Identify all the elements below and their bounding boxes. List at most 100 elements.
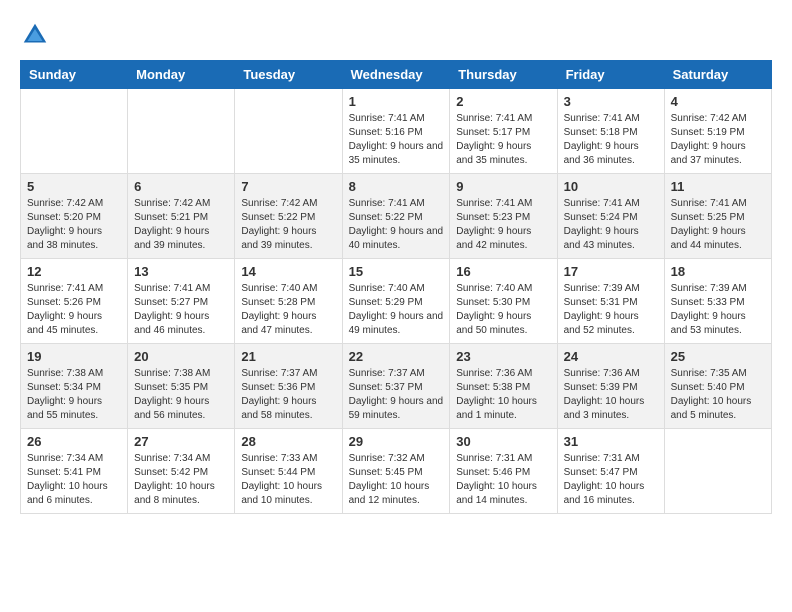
calendar-week-row: 26Sunrise: 7:34 AM Sunset: 5:41 PM Dayli… <box>21 429 772 514</box>
calendar-cell <box>664 429 771 514</box>
calendar-cell: 4 Sunrise: 7:42 AM Sunset: 5:19 PM Daylig… <box>664 89 771 174</box>
calendar-cell: 10Sunrise: 7:41 AM Sunset: 5:24 PM Dayli… <box>557 174 664 259</box>
calendar-cell: 12 Sunrise: 7:41 AM Sunset: 5:26 PM Dayli… <box>21 259 128 344</box>
day-number: 24 <box>564 349 658 364</box>
calendar-cell: 8 Sunrise: 7:41 AM Sunset: 5:22 PM Daylig… <box>342 174 450 259</box>
day-info: Sunrise: 7:33 AM Sunset: 5:44 PM Dayligh… <box>241 452 335 508</box>
day-info: Sunrise: 7:32 AM Sunset: 5:45 PM Dayligh… <box>349 452 444 508</box>
calendar-cell: 23 Sunrise: 7:36 AM Sunset: 5:38 PM Dayli… <box>450 344 557 429</box>
weekday-header-wednesday: Wednesday <box>342 61 450 89</box>
calendar-cell: 21 Sunrise: 7:37 AM Sunset: 5:36 PM Dayli… <box>235 344 342 429</box>
calendar-cell: 3Sunrise: 7:41 AM Sunset: 5:18 PM Daylig… <box>557 89 664 174</box>
calendar-cell: 25 Sunrise: 7:35 AM Sunset: 5:40 PM Dayli… <box>664 344 771 429</box>
weekday-header-sunday: Sunday <box>21 61 128 89</box>
day-info: Sunrise: 7:36 AM Sunset: 5:39 PM Dayligh… <box>564 367 658 423</box>
day-info: Sunrise: 7:31 AM Sunset: 5:46 PM Dayligh… <box>456 452 550 508</box>
day-number: 27 <box>134 434 228 449</box>
day-info: Sunrise: 7:41 AM Sunset: 5:22 PM Dayligh… <box>349 197 444 253</box>
calendar-table: SundayMondayTuesdayWednesdayThursdayFrid… <box>20 60 772 514</box>
weekday-header-row: SundayMondayTuesdayWednesdayThursdayFrid… <box>21 61 772 89</box>
day-number: 22 <box>349 349 444 364</box>
day-info: Sunrise: 7:39 AM Sunset: 5:31 PM Dayligh… <box>564 282 658 338</box>
calendar-cell: 20 Sunrise: 7:38 AM Sunset: 5:35 PM Dayli… <box>128 344 235 429</box>
day-number: 5 <box>27 179 121 194</box>
calendar-cell: 17 Sunrise: 7:39 AM Sunset: 5:31 PM Dayli… <box>557 259 664 344</box>
day-number: 19 <box>27 349 121 364</box>
day-number: 8 <box>349 179 444 194</box>
calendar-week-row: 5 Sunrise: 7:42 AM Sunset: 5:20 PM Daylig… <box>21 174 772 259</box>
calendar-cell: 13 Sunrise: 7:41 AM Sunset: 5:27 PM Dayli… <box>128 259 235 344</box>
day-info: Sunrise: 7:42 AM Sunset: 5:20 PM Dayligh… <box>27 197 121 253</box>
calendar-cell: 26Sunrise: 7:34 AM Sunset: 5:41 PM Dayli… <box>21 429 128 514</box>
logo <box>20 20 54 50</box>
day-number: 4 <box>671 94 765 109</box>
calendar-cell: 14 Sunrise: 7:40 AM Sunset: 5:28 PM Dayli… <box>235 259 342 344</box>
calendar-cell: 24 Sunrise: 7:36 AM Sunset: 5:39 PM Dayli… <box>557 344 664 429</box>
day-info: Sunrise: 7:39 AM Sunset: 5:33 PM Dayligh… <box>671 282 765 338</box>
day-info: Sunrise: 7:40 AM Sunset: 5:29 PM Dayligh… <box>349 282 444 338</box>
calendar-cell: 30 Sunrise: 7:31 AM Sunset: 5:46 PM Dayli… <box>450 429 557 514</box>
day-info: Sunrise: 7:41 AM Sunset: 5:23 PM Dayligh… <box>456 197 550 253</box>
calendar-cell: 31 Sunrise: 7:31 AM Sunset: 5:47 PM Dayli… <box>557 429 664 514</box>
weekday-header-tuesday: Tuesday <box>235 61 342 89</box>
calendar-cell: 7Sunrise: 7:42 AM Sunset: 5:22 PM Daylig… <box>235 174 342 259</box>
day-info: Sunrise: 7:38 AM Sunset: 5:34 PM Dayligh… <box>27 367 121 423</box>
day-info: Sunrise: 7:37 AM Sunset: 5:37 PM Dayligh… <box>349 367 444 423</box>
day-info: Sunrise: 7:38 AM Sunset: 5:35 PM Dayligh… <box>134 367 228 423</box>
day-info: Sunrise: 7:31 AM Sunset: 5:47 PM Dayligh… <box>564 452 658 508</box>
calendar-cell <box>21 89 128 174</box>
calendar-cell: 28 Sunrise: 7:33 AM Sunset: 5:44 PM Dayli… <box>235 429 342 514</box>
day-number: 30 <box>456 434 550 449</box>
day-info: Sunrise: 7:40 AM Sunset: 5:28 PM Dayligh… <box>241 282 335 338</box>
logo-icon <box>20 20 50 50</box>
calendar-cell: 18 Sunrise: 7:39 AM Sunset: 5:33 PM Dayli… <box>664 259 771 344</box>
day-number: 23 <box>456 349 550 364</box>
day-info: Sunrise: 7:41 AM Sunset: 5:16 PM Dayligh… <box>349 112 444 168</box>
day-number: 17 <box>564 264 658 279</box>
page-header <box>20 20 772 50</box>
day-number: 1 <box>349 94 444 109</box>
day-number: 29 <box>349 434 444 449</box>
day-info: Sunrise: 7:41 AM Sunset: 5:25 PM Dayligh… <box>671 197 765 253</box>
day-number: 9 <box>456 179 550 194</box>
calendar-cell: 9 Sunrise: 7:41 AM Sunset: 5:23 PM Daylig… <box>450 174 557 259</box>
day-number: 26 <box>27 434 121 449</box>
day-number: 28 <box>241 434 335 449</box>
day-number: 31 <box>564 434 658 449</box>
calendar-cell: 2 Sunrise: 7:41 AM Sunset: 5:17 PM Daylig… <box>450 89 557 174</box>
calendar-week-row: 1 Sunrise: 7:41 AM Sunset: 5:16 PM Daylig… <box>21 89 772 174</box>
calendar-cell: 15Sunrise: 7:40 AM Sunset: 5:29 PM Dayli… <box>342 259 450 344</box>
day-info: Sunrise: 7:37 AM Sunset: 5:36 PM Dayligh… <box>241 367 335 423</box>
day-number: 21 <box>241 349 335 364</box>
day-info: Sunrise: 7:35 AM Sunset: 5:40 PM Dayligh… <box>671 367 765 423</box>
weekday-header-thursday: Thursday <box>450 61 557 89</box>
day-info: Sunrise: 7:41 AM Sunset: 5:26 PM Dayligh… <box>27 282 121 338</box>
day-info: Sunrise: 7:41 AM Sunset: 5:27 PM Dayligh… <box>134 282 228 338</box>
day-number: 11 <box>671 179 765 194</box>
calendar-cell <box>128 89 235 174</box>
calendar-cell: 5 Sunrise: 7:42 AM Sunset: 5:20 PM Daylig… <box>21 174 128 259</box>
weekday-header-friday: Friday <box>557 61 664 89</box>
calendar-cell: 6Sunrise: 7:42 AM Sunset: 5:21 PM Daylig… <box>128 174 235 259</box>
day-info: Sunrise: 7:42 AM Sunset: 5:19 PM Dayligh… <box>671 112 765 168</box>
day-number: 20 <box>134 349 228 364</box>
day-number: 13 <box>134 264 228 279</box>
calendar-cell: 1 Sunrise: 7:41 AM Sunset: 5:16 PM Daylig… <box>342 89 450 174</box>
day-info: Sunrise: 7:40 AM Sunset: 5:30 PM Dayligh… <box>456 282 550 338</box>
weekday-header-monday: Monday <box>128 61 235 89</box>
day-number: 12 <box>27 264 121 279</box>
calendar-cell <box>235 89 342 174</box>
calendar-body: 1 Sunrise: 7:41 AM Sunset: 5:16 PM Daylig… <box>21 89 772 514</box>
day-number: 14 <box>241 264 335 279</box>
calendar-cell: 16 Sunrise: 7:40 AM Sunset: 5:30 PM Dayli… <box>450 259 557 344</box>
calendar-week-row: 12 Sunrise: 7:41 AM Sunset: 5:26 PM Dayli… <box>21 259 772 344</box>
day-info: Sunrise: 7:41 AM Sunset: 5:17 PM Dayligh… <box>456 112 550 168</box>
day-number: 16 <box>456 264 550 279</box>
calendar-cell: 27 Sunrise: 7:34 AM Sunset: 5:42 PM Dayli… <box>128 429 235 514</box>
day-info: Sunrise: 7:34 AM Sunset: 5:42 PM Dayligh… <box>134 452 228 508</box>
day-number: 10 <box>564 179 658 194</box>
day-number: 2 <box>456 94 550 109</box>
day-number: 18 <box>671 264 765 279</box>
day-info: Sunrise: 7:36 AM Sunset: 5:38 PM Dayligh… <box>456 367 550 423</box>
day-number: 25 <box>671 349 765 364</box>
